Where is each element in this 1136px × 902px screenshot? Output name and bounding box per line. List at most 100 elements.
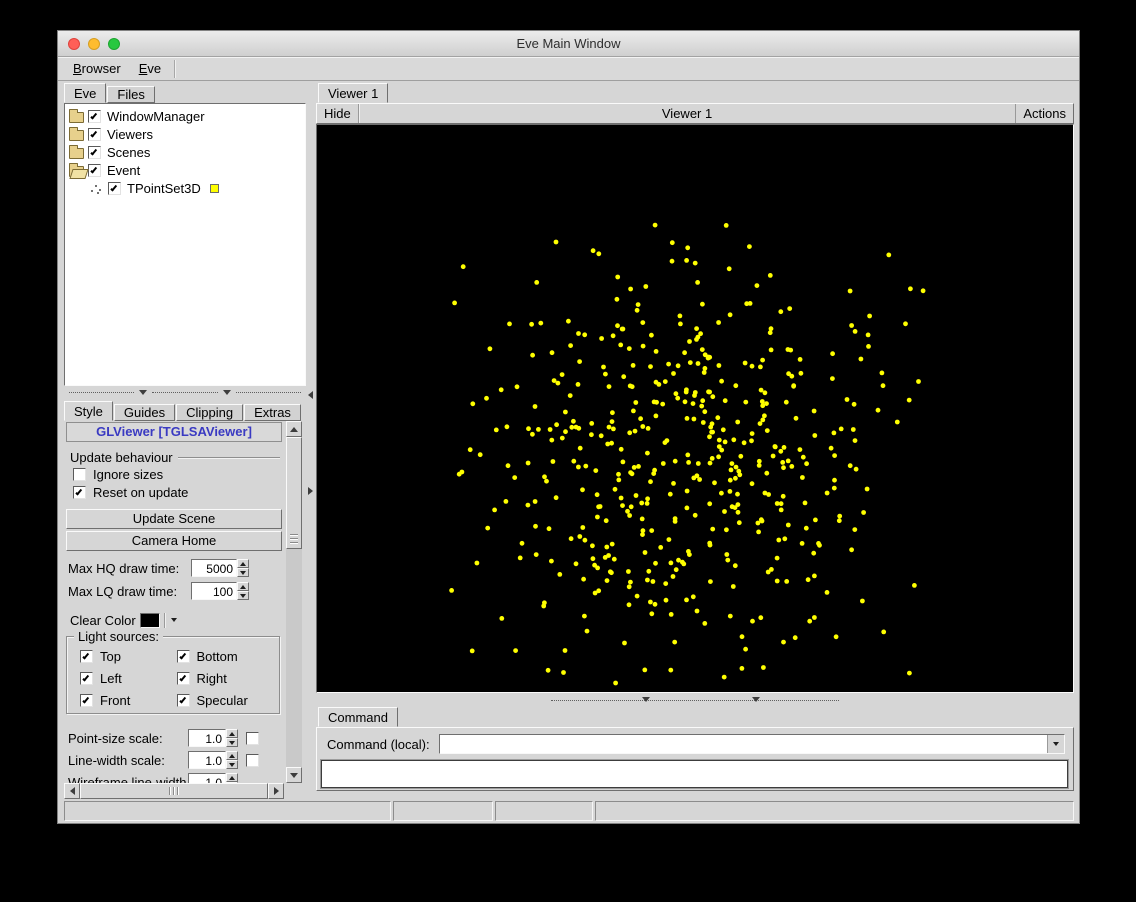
minimize-window-button[interactable] [88,38,100,50]
actions-button[interactable]: Actions [1015,104,1073,123]
hide-button[interactable]: Hide [317,104,359,123]
tab-files[interactable]: Files [107,86,154,103]
collapse-arrow-icon[interactable] [139,390,147,395]
tab-eve[interactable]: Eve [64,83,106,103]
update-scene-button[interactable]: Update Scene [66,509,282,529]
check-mark-icon [90,148,97,155]
ignore-sizes-row[interactable]: Ignore sizes [66,467,282,482]
command-output[interactable] [321,760,1068,788]
light-front-checkbox[interactable] [80,694,93,707]
light-top-row[interactable]: Top [80,649,177,664]
spin-up-button[interactable] [226,751,238,760]
ignore-sizes-checkbox[interactable] [73,468,86,481]
wireframe-input[interactable]: 1.0 [188,773,226,783]
gl-viewport[interactable] [316,124,1074,693]
command-input[interactable] [440,735,1047,753]
menu-eve[interactable]: Eve [130,59,170,79]
line-width-label: Line-width scale: [68,753,188,768]
tree-item-checkbox[interactable] [108,182,121,195]
light-right-row[interactable]: Right [177,671,274,686]
marker-color-swatch[interactable] [210,184,219,193]
tab-guides[interactable]: Guides [114,404,175,421]
viewer-tab-bar: Viewer 1 [318,83,389,103]
arrow-up-icon [290,427,298,432]
tree-item-checkbox[interactable] [88,128,101,141]
light-specular-row[interactable]: Specular [177,693,274,708]
check-mark-icon [75,488,82,495]
clear-color-dropdown[interactable] [168,613,180,628]
max-lq-input[interactable]: 100 [191,582,237,600]
zoom-window-button[interactable] [108,38,120,50]
tree-item-scenes[interactable]: Scenes [65,143,305,161]
camera-home-button[interactable]: Camera Home [66,531,282,551]
collapse-left-icon[interactable] [308,391,313,399]
spin-up-button[interactable] [226,773,238,782]
tab-style[interactable]: Style [64,401,113,421]
light-top-checkbox[interactable] [80,650,93,663]
collapse-arrow-icon[interactable] [752,697,760,702]
scroll-down-button[interactable] [286,767,302,783]
style-vertical-scrollbar[interactable] [286,421,302,783]
spin-down-button[interactable] [226,760,238,769]
scrollbar-thumb[interactable] [80,783,268,799]
scrollbar-thumb[interactable] [286,437,302,549]
wireframe-row: Wireframe line-width 1.0 [66,773,282,783]
spin-down-button[interactable] [237,568,249,577]
clear-color-swatch[interactable] [140,613,160,628]
light-left-row[interactable]: Left [80,671,177,686]
scroll-right-button[interactable] [268,783,284,799]
reset-on-update-row[interactable]: Reset on update [66,485,282,500]
collapse-arrow-icon[interactable] [642,697,650,702]
point-size-row: Point-size scale: 1.0 [66,729,282,747]
light-bottom-row[interactable]: Bottom [177,649,274,664]
light-specular-checkbox[interactable] [177,694,190,707]
point-size-checkbox[interactable] [246,732,259,745]
tree-item-windowmanager[interactable]: WindowManager [65,107,305,125]
spin-down-button[interactable] [237,591,249,600]
tree-item-tpointset3d[interactable]: TPointSet3D [65,179,305,197]
tab-clipping[interactable]: Clipping [176,404,243,421]
expand-right-icon[interactable] [308,487,313,495]
spin-up-button[interactable] [226,729,238,738]
viewer-command-splitter[interactable] [316,693,1074,707]
panel-vertical-splitter[interactable] [306,83,316,799]
line-width-input[interactable]: 1.0 [188,751,226,769]
thumb-grip [169,787,170,795]
glviewer-link[interactable]: GLViewer [TGLSAViewer] [66,422,282,442]
arrow-up-icon [229,754,235,758]
max-hq-input[interactable]: 5000 [191,559,237,577]
line-width-row: Line-width scale: 1.0 [66,751,282,769]
tree-item-checkbox[interactable] [88,146,101,159]
tab-command[interactable]: Command [318,707,398,727]
tab-extras[interactable]: Extras [244,404,301,421]
light-bottom-checkbox[interactable] [177,650,190,663]
menubar-divider [174,60,175,78]
swatch-divider [164,613,165,628]
reset-on-update-checkbox[interactable] [73,486,86,499]
point-size-label: Point-size scale: [68,731,188,746]
command-combobox[interactable] [439,734,1065,754]
style-horizontal-scrollbar[interactable] [64,783,284,799]
point-size-input[interactable]: 1.0 [188,729,226,747]
close-window-button[interactable] [68,38,80,50]
tree-item-checkbox[interactable] [88,110,101,123]
light-sources-grid: Top Bottom Left Right [67,637,279,714]
tree-item-viewers[interactable]: Viewers [65,125,305,143]
tree-editor-splitter[interactable] [64,386,306,399]
spin-down-button[interactable] [226,738,238,747]
tree-item-event[interactable]: Event [65,161,305,179]
scroll-left-button[interactable] [64,783,80,799]
spin-up-button[interactable] [237,582,249,591]
line-width-checkbox[interactable] [246,754,259,767]
spin-up-button[interactable] [237,559,249,568]
menu-browser[interactable]: Browser [64,59,130,79]
light-front-row[interactable]: Front [80,693,177,708]
light-right-checkbox[interactable] [177,672,190,685]
light-left-checkbox[interactable] [80,672,93,685]
title-bar[interactable]: Eve Main Window [58,31,1079,57]
scroll-up-button[interactable] [286,421,302,437]
collapse-arrow-icon[interactable] [223,390,231,395]
command-dropdown-button[interactable] [1047,735,1064,753]
tab-viewer1[interactable]: Viewer 1 [318,83,388,103]
tree-item-checkbox[interactable] [88,164,101,177]
